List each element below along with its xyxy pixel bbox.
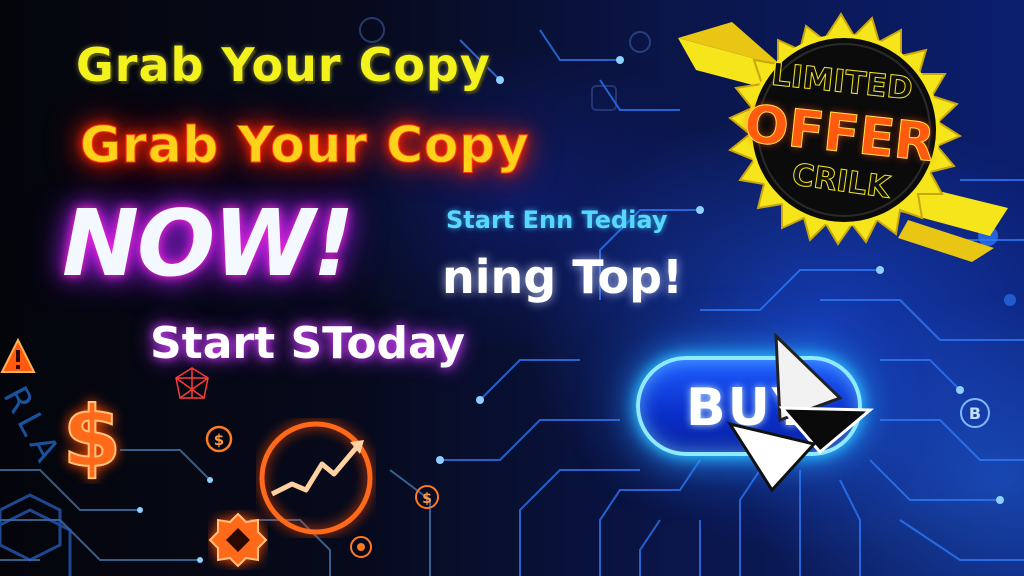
cursor-arrow-icon (726, 332, 875, 493)
gear-icon (208, 512, 268, 568)
warning-icon (0, 337, 36, 373)
headline-start-today: Start SToday (150, 318, 466, 369)
bitcoin-icon: B (960, 398, 990, 428)
headline-grab-large: Grab Your Copy (80, 116, 530, 175)
coin-icon: $ (205, 425, 233, 453)
subheadline-ning-top: ning Top! (442, 250, 683, 304)
svg-text:B: B (969, 404, 981, 423)
growth-chart-icon (259, 421, 373, 535)
network-icon (175, 367, 209, 399)
dollar-coin-icon: $ (415, 485, 439, 509)
coin-icon (350, 536, 372, 558)
headline-now: NOW! (62, 190, 355, 297)
svg-text:$: $ (422, 491, 432, 507)
headline-grab-small: Grab Your Copy (76, 38, 491, 92)
svg-text:$: $ (63, 388, 121, 484)
dollar-icon: $ (62, 388, 122, 484)
subheadline-start: Start Enn Tediay (446, 206, 668, 234)
svg-text:$: $ (214, 431, 224, 449)
promo-banner: Grab Your Copy Grab Your Copy NOW! Start… (0, 0, 1024, 576)
